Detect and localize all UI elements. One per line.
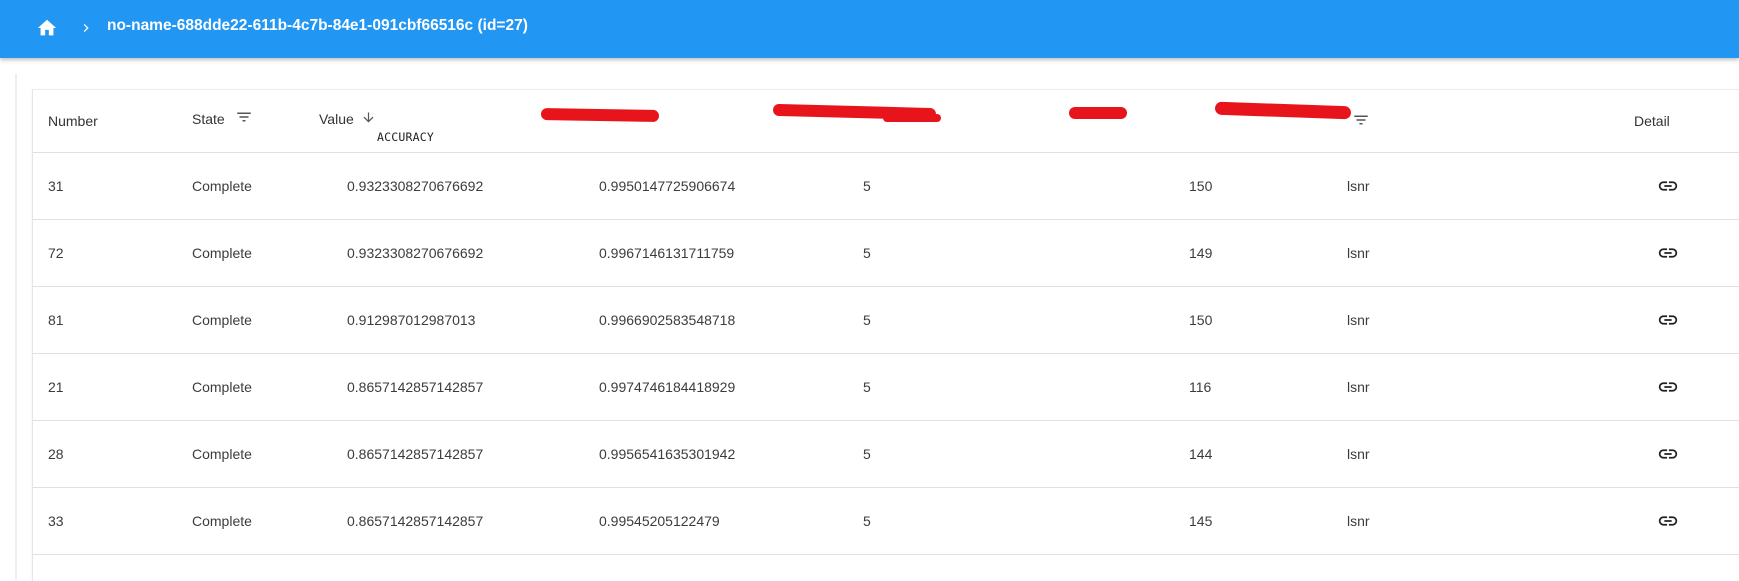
redacted-column-header-5-tail	[883, 114, 941, 122]
cell-state: Complete	[192, 178, 252, 194]
cell-param-7: lsnr	[1347, 312, 1370, 328]
cell-param-4: 0.9967146131711759	[599, 245, 735, 261]
link-icon	[1658, 382, 1678, 392]
sort-descending-icon[interactable]	[361, 110, 376, 128]
table-row: 33 Complete 0.8657142857142857 0.9954520…	[33, 488, 1739, 555]
filter-icon[interactable]	[235, 108, 253, 129]
redacted-column-header-4	[540, 107, 660, 123]
link-icon	[1658, 449, 1678, 459]
cell-param-7: lsnr	[1347, 513, 1370, 529]
detail-link-button[interactable]	[1655, 441, 1681, 467]
cell-number: 81	[48, 312, 64, 328]
cell-number: 21	[48, 379, 64, 395]
link-icon	[1658, 181, 1678, 191]
cell-number: 33	[48, 513, 64, 529]
table-row: 21 Complete 0.8657142857142857 0.9974746…	[33, 354, 1739, 421]
cell-value: 0.8657142857142857	[347, 379, 484, 395]
column-header-state-label: State	[192, 110, 225, 127]
home-button[interactable]	[34, 15, 60, 41]
cell-state: Complete	[192, 245, 252, 261]
cell-param-6: 116	[1189, 379, 1212, 395]
link-icon	[1658, 315, 1678, 325]
column-header-detail: Detail	[1634, 112, 1670, 129]
cell-param-7: lsnr	[1347, 178, 1370, 194]
cell-param-5: 5	[863, 245, 871, 261]
table-row: 31 Complete 0.9323308270676692 0.9950147…	[33, 153, 1739, 220]
cell-state: Complete	[192, 446, 252, 462]
cell-number: 31	[48, 178, 64, 194]
home-icon	[37, 19, 57, 36]
cell-param-4: 0.9974746184418929	[599, 379, 736, 395]
cell-value: 0.9323308270676692	[347, 245, 484, 261]
detail-link-button[interactable]	[1655, 374, 1681, 400]
sidebar-divider	[15, 74, 17, 580]
cell-number: 28	[48, 446, 64, 462]
cell-param-5: 5	[863, 379, 871, 395]
cell-param-7: lsnr	[1347, 379, 1370, 395]
cell-param-6: 150	[1189, 312, 1213, 328]
table-row: 81 Complete 0.912987012987013 0.99669025…	[33, 287, 1739, 354]
table-header: Number State Value ACCURACY Detail	[33, 90, 1739, 153]
cell-param-6: 144	[1189, 446, 1213, 462]
link-icon	[1658, 516, 1678, 526]
cell-number: 72	[48, 245, 64, 261]
link-icon	[1658, 248, 1678, 258]
app-bar: no-name-688dde22-611b-4c7b-84e1-091cbf66…	[0, 0, 1739, 58]
detail-link-button[interactable]	[1655, 173, 1681, 199]
column-header-detail-label: Detail	[1634, 113, 1670, 130]
page-title: no-name-688dde22-611b-4c7b-84e1-091cbf66…	[107, 17, 528, 34]
column-header-value-objective: ACCURACY	[377, 130, 434, 144]
column-header-number[interactable]: Number	[48, 112, 98, 129]
cell-param-6: 150	[1189, 178, 1213, 194]
cell-param-4: 0.9956541635301942	[599, 446, 736, 462]
detail-link-button[interactable]	[1655, 307, 1681, 333]
cell-value: 0.9323308270676692	[347, 178, 484, 194]
redacted-column-header-6	[1069, 107, 1127, 119]
cell-param-7: lsnr	[1347, 446, 1370, 462]
breadcrumb-separator	[78, 16, 94, 40]
cell-state: Complete	[192, 312, 252, 328]
filter-icon[interactable]	[1352, 111, 1370, 134]
table-row: 28 Complete 0.8657142857142857 0.9956541…	[33, 421, 1739, 488]
cell-param-7: lsnr	[1347, 245, 1370, 261]
column-header-value[interactable]: Value	[319, 110, 376, 128]
cell-value: 0.912987012987013	[347, 312, 476, 328]
column-header-state[interactable]: State	[192, 108, 253, 129]
cell-value: 0.8657142857142857	[347, 513, 484, 529]
detail-link-button[interactable]	[1655, 508, 1681, 534]
cell-param-5: 5	[863, 178, 871, 194]
cell-param-4: 0.9966902583548718	[599, 312, 736, 328]
trials-table: Number State Value ACCURACY Detail 31 Co…	[32, 89, 1739, 581]
column-header-number-label: Number	[48, 113, 98, 130]
cell-param-5: 5	[863, 513, 871, 529]
cell-param-5: 5	[863, 312, 871, 328]
column-header-value-label: Value	[319, 111, 354, 128]
redacted-column-header-7	[1214, 101, 1352, 120]
cell-param-6: 145	[1189, 513, 1213, 529]
cell-param-5: 5	[863, 446, 871, 462]
cell-param-6: 149	[1189, 245, 1213, 261]
cell-state: Complete	[192, 379, 252, 395]
chevron-right-icon	[83, 24, 89, 32]
cell-value: 0.8657142857142857	[347, 446, 484, 462]
cell-state: Complete	[192, 513, 252, 529]
table-row: 72 Complete 0.9323308270676692 0.9967146…	[33, 220, 1739, 287]
cell-param-4: 0.9950147725906674	[599, 178, 736, 194]
detail-link-button[interactable]	[1655, 240, 1681, 266]
cell-param-4: 0.99545205122479	[599, 513, 720, 529]
